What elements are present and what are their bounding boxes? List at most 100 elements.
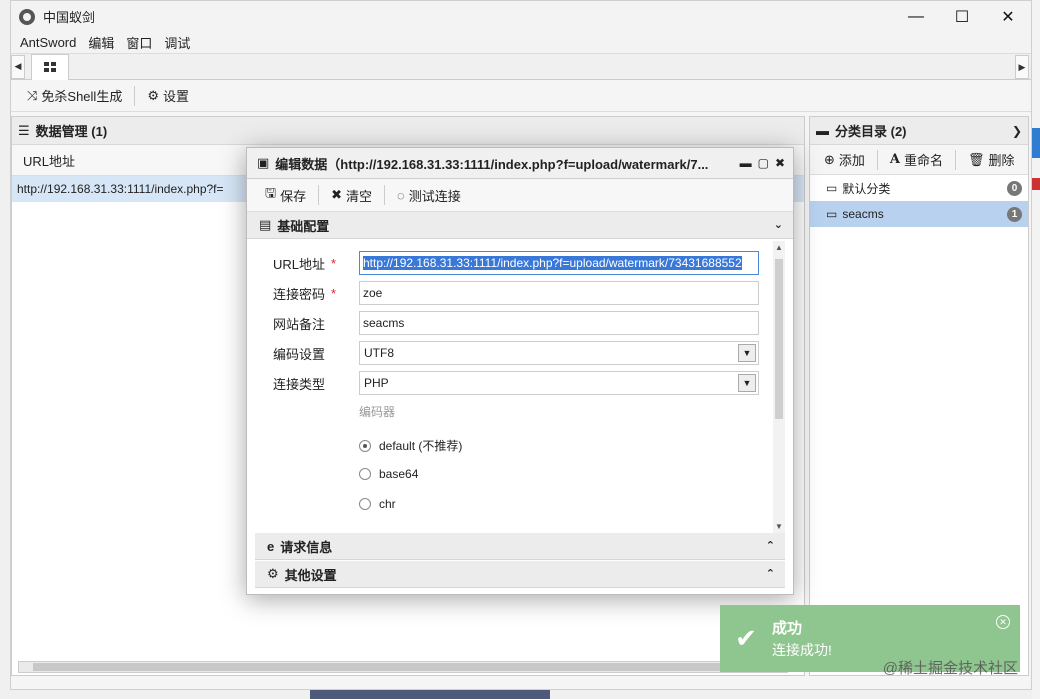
rename-category-button[interactable]: A 重命名	[882, 150, 951, 169]
chevron-down-icon: ▼	[738, 344, 756, 362]
toast-body: 成功 连接成功!	[772, 617, 832, 660]
data-panel-header: ☰ 数据管理 (1)	[12, 117, 804, 145]
dialog-close-icon[interactable]: ✖	[775, 156, 785, 170]
category-toolbar: ⊕ 添加 A 重命名 🗑 删除	[810, 145, 1028, 175]
note-input[interactable]: seacms	[359, 311, 759, 335]
delete-category-label: 删除	[988, 153, 1015, 168]
x-icon: ✖	[331, 187, 342, 202]
section-basic-config[interactable]: ▤ 基础配置 ⌄	[247, 212, 793, 239]
ie-icon: e	[267, 538, 275, 554]
scroll-down-icon[interactable]: ▼	[773, 522, 785, 531]
add-category-button[interactable]: ⊕ 添加	[816, 150, 873, 169]
radio-icon[interactable]	[359, 468, 371, 480]
menu-antsword[interactable]: AntSword	[14, 35, 82, 50]
encoder-option-base64[interactable]: base64	[359, 467, 418, 481]
save-icon: 🖫	[265, 185, 277, 200]
section-request-title: 请求信息	[280, 539, 333, 555]
maximize-button[interactable]: ☐	[939, 1, 985, 32]
url-input-value: http://192.168.31.33:1111/index.php?f=up…	[363, 256, 742, 270]
basic-config-form: URL地址 * http://192.168.31.33:1111/index.…	[255, 241, 785, 533]
test-connection-button[interactable]: ◌ 测试连接	[389, 186, 469, 205]
background-image-fragment	[310, 690, 550, 699]
horizontal-scrollbar[interactable]	[18, 661, 788, 673]
encoding-select[interactable]: UTF8 ▼	[359, 341, 759, 365]
minimize-button[interactable]: —	[893, 1, 939, 32]
connection-type-select[interactable]: PHP ▼	[359, 371, 759, 395]
url-input[interactable]: http://192.168.31.33:1111/index.php?f=up…	[359, 251, 759, 275]
shell-generator-button[interactable]: ⤨ 免杀Shell生成	[19, 86, 130, 105]
menu-bar: AntSword 编辑 窗口 调试	[11, 32, 1031, 53]
type-label: 连接类型	[273, 376, 326, 392]
encoder-option-default[interactable]: default (不推荐)	[359, 437, 462, 454]
dialog-title-bar[interactable]: ▣ 编辑数据（http://192.168.31.33:1111/index.p…	[247, 148, 793, 179]
encoder-option-label: default (不推荐)	[379, 439, 463, 453]
section-other-settings[interactable]: ⚙ 其他设置 ⌃	[255, 561, 785, 588]
close-button[interactable]: ✕	[985, 1, 1031, 32]
category-panel: ▬ 分类目录 (2) ❯ ⊕ 添加 A 重命名 🗑 删除 ▭ 默认分类 0 ▭ …	[809, 116, 1029, 676]
scroll-up-icon[interactable]: ▲	[773, 243, 785, 252]
watermark: @稀土掘金技术社区	[882, 660, 1018, 677]
vertical-scrollbar[interactable]: ▲ ▼	[773, 241, 785, 533]
category-item-seacms[interactable]: ▭ seacms 1	[810, 201, 1028, 227]
menu-edit[interactable]: 编辑	[82, 33, 120, 52]
checkmark-icon: ✔	[735, 623, 757, 653]
password-input-value: zoe	[363, 286, 383, 300]
tab-scroll-right-icon[interactable]: ▶	[1015, 55, 1029, 79]
list-icon: ☰	[18, 122, 30, 138]
category-item-default[interactable]: ▭ 默认分类 0	[810, 175, 1028, 201]
password-field-row: 连接密码 *	[273, 281, 336, 305]
window-controls: — ☐ ✕	[893, 1, 1031, 32]
test-connection-label: 测试连接	[408, 188, 461, 204]
font-icon: A	[889, 152, 901, 167]
radio-checked-icon[interactable]	[359, 439, 371, 452]
category-name: seacms	[842, 207, 884, 221]
password-input[interactable]: zoe	[359, 281, 759, 305]
tab-home[interactable]	[31, 53, 69, 80]
dialog-maximize-icon[interactable]: ▢	[758, 156, 769, 170]
scrollbar-thumb[interactable]	[33, 663, 723, 671]
folder-outline-icon: ▭	[826, 207, 838, 221]
required-mark: *	[331, 285, 337, 301]
tab-scroll-left-icon[interactable]: ◀	[11, 54, 25, 79]
toolbar-divider	[384, 185, 386, 205]
desktop-strip	[1032, 0, 1040, 699]
data-panel-title: 数据管理 (1)	[35, 124, 108, 139]
section-other-title: 其他设置	[284, 567, 337, 583]
title-bar[interactable]: 中国蚁剑 — ☐ ✕	[11, 1, 1031, 32]
chevron-right-icon[interactable]: ❯	[1012, 124, 1022, 138]
save-button[interactable]: 🖫 保存	[257, 184, 314, 206]
window-title: 中国蚁剑	[43, 10, 96, 25]
background-window-fragment-red	[1032, 178, 1040, 190]
spinner-icon: ◌	[397, 187, 405, 203]
dialog-minimize-icon[interactable]: ▬	[740, 156, 752, 170]
save-label: 保存	[280, 188, 307, 204]
dialog-title: 编辑数据（http://192.168.31.33:1111/index.php…	[275, 156, 709, 172]
grid-icon	[44, 62, 56, 72]
toast-close-icon[interactable]: ✕	[996, 615, 1010, 629]
encoder-option-label: base64	[379, 467, 419, 481]
main-toolbar: ⤨ 免杀Shell生成 ⚙ 设置	[11, 80, 1031, 112]
toolbar-divider	[876, 149, 878, 170]
toolbar-divider	[134, 85, 136, 106]
encoding-field-row: 编码设置	[273, 341, 325, 365]
delete-category-button[interactable]: 🗑 删除	[960, 150, 1023, 169]
menu-debug[interactable]: 调试	[158, 33, 196, 52]
toast-title: 成功	[772, 620, 803, 637]
radio-icon[interactable]	[359, 498, 371, 510]
encoder-option-chr[interactable]: chr	[359, 497, 396, 511]
menu-window[interactable]: 窗口	[120, 33, 158, 52]
encoding-select-value: UTF8	[364, 346, 394, 360]
document-icon: ▤	[259, 217, 272, 232]
section-request-info[interactable]: e 请求信息 ⌃	[255, 533, 785, 560]
add-category-label: 添加	[838, 153, 865, 168]
chevron-down-icon: ▼	[738, 374, 756, 392]
toolbar-divider	[318, 185, 320, 205]
settings-button[interactable]: ⚙ 设置	[139, 86, 197, 105]
toolbar-divider	[955, 149, 957, 170]
category-name: 默认分类	[842, 181, 891, 196]
clear-button[interactable]: ✖ 清空	[323, 186, 380, 205]
row-url-cell: http://192.168.31.33:1111/index.php?f=	[17, 182, 224, 196]
category-count-badge: 0	[1007, 180, 1022, 196]
required-mark: *	[331, 255, 337, 271]
scrollbar-thumb[interactable]	[775, 259, 783, 419]
